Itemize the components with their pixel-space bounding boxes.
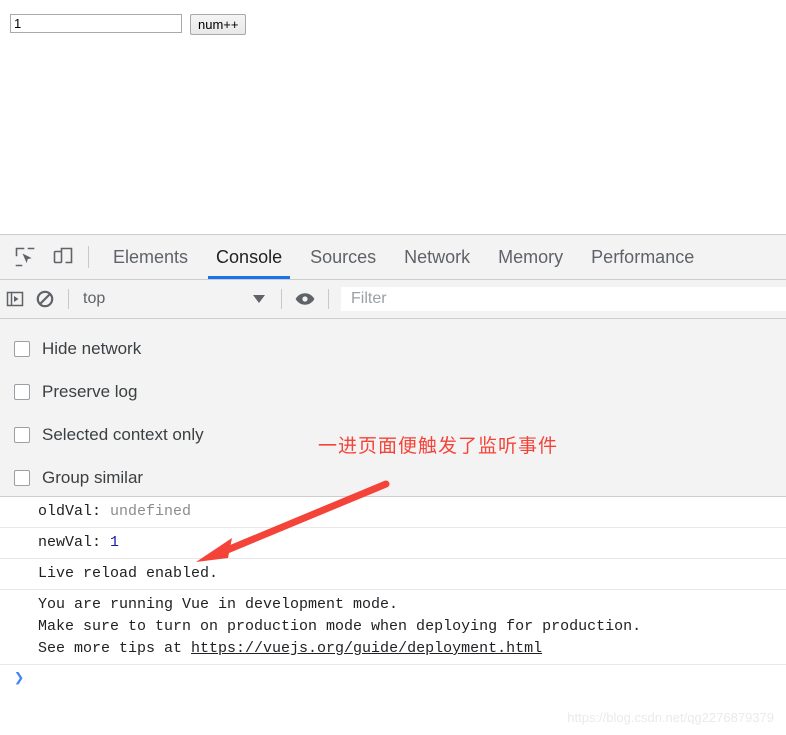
oldval-value: undefined [110,503,192,520]
checkbox-box[interactable] [14,469,30,486]
checkbox-label: Group similar [42,467,144,487]
console-prompt-caret-icon: ❯ [14,670,25,689]
checkbox-preserve-log[interactable]: Preserve log [0,370,786,413]
devtools-panel: Elements Console Sources Network Memory … [0,234,786,735]
console-filter-input[interactable] [341,287,786,311]
console-message-newval[interactable]: newVal: 1 [0,528,786,559]
console-toolbar-divider-1 [68,289,69,309]
chevron-down-icon [253,295,265,303]
console-settings-panel: Hide network Preserve log Selected conte… [0,319,786,497]
execution-context-value: top [83,290,106,307]
console-toolbar-divider-3 [328,289,329,309]
console-message-vue-warning[interactable]: You are running Vue in development mode.… [0,590,786,665]
console-message-list: oldVal: undefined newVal: 1 Live reload … [0,497,786,711]
device-toolbar-icon[interactable] [48,242,78,272]
tab-elements[interactable]: Elements [99,235,202,279]
newval-value: 1 [110,534,120,551]
watermark-text: https://blog.csdn.net/qg2276879379 [567,710,774,725]
tab-console[interactable]: Console [202,235,296,279]
web-page-viewport: num++ [0,0,786,234]
screenshot-root: num++ Elements Console Sources Network [0,0,786,735]
tabbar-divider [88,246,89,268]
newval-label: newVal: [38,534,111,551]
vue-warning-line2: Make sure to turn on production mode whe… [38,618,642,635]
num-input[interactable] [10,14,182,33]
tab-memory[interactable]: Memory [484,235,577,279]
checkbox-box[interactable] [14,426,30,443]
checkbox-label: Hide network [42,338,142,358]
checkbox-box[interactable] [14,340,30,357]
checkbox-hide-network[interactable]: Hide network [0,327,786,370]
tab-network[interactable]: Network [390,235,484,279]
console-sidebar-icon[interactable] [0,285,30,313]
annotation-text: 一进页面便触发了监听事件 [318,436,559,457]
vue-deployment-link[interactable]: https://vuejs.org/guide/deployment.html [191,640,542,657]
console-message-oldval[interactable]: oldVal: undefined [0,497,786,528]
checkbox-label: Selected context only [42,424,204,444]
vue-warning-line1: You are running Vue in development mode. [38,596,399,613]
num-increment-button[interactable]: num++ [190,14,247,35]
tab-sources[interactable]: Sources [296,235,390,279]
clear-console-icon[interactable] [30,285,60,313]
execution-context-select[interactable]: top [77,285,273,313]
console-message-live-reload[interactable]: Live reload enabled. [0,559,786,590]
console-toolbar: top [0,280,786,319]
checkbox-group-similar[interactable]: Group similar [0,456,786,499]
tab-performance[interactable]: Performance [577,235,708,279]
console-input-row[interactable]: ❯ [0,665,786,711]
vue-warning-line3-prefix: See more tips at [38,640,192,657]
checkbox-box[interactable] [14,383,30,400]
oldval-label: oldVal: [38,503,111,520]
console-settings-eye-icon[interactable] [290,285,320,313]
devtools-tabbar: Elements Console Sources Network Memory … [0,235,786,280]
console-toolbar-divider-2 [281,289,282,309]
inspect-element-icon[interactable] [10,242,40,272]
checkbox-label: Preserve log [42,381,138,401]
